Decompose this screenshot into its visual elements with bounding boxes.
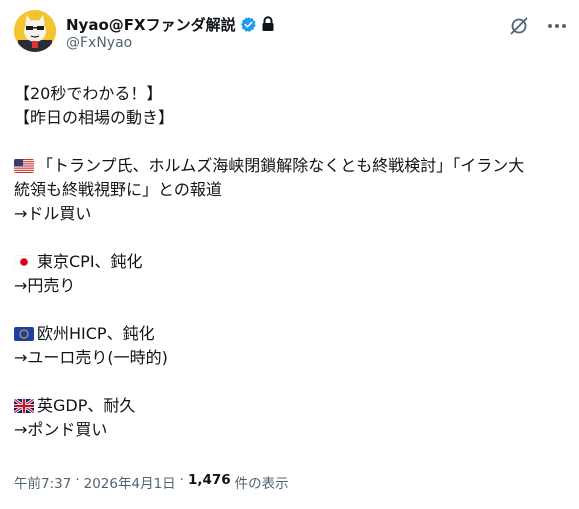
post-line-text: 「トランプ氏、ホルムズ海峡閉鎖解除なくとも終戦検討」「イラン大 [37,156,525,175]
uk-flag-icon [14,399,34,413]
post-line: →ポンド買い [14,420,108,439]
post-line: 統領も終戦視野に」との報道 [14,180,222,199]
user-handle[interactable]: @FxNyao [66,35,132,51]
lock-icon [261,16,275,32]
name-row: Nyao@FXファンダ解説 [66,14,275,34]
japan-flag-icon [14,255,34,269]
post-text: 【20秒でわかる！】 【昨日の相場の動き】 「トランプ氏、ホルムズ海峡閉鎖解除な… [14,82,574,442]
post-line: →ドル買い [14,204,92,223]
post-meta: 午前7:37 · 2026年4月1日 · 1,476 件の表示 [14,472,289,492]
us-flag-icon [14,159,34,173]
grok-icon[interactable] [509,16,529,36]
more-options-icon[interactable] [547,16,567,36]
post-line: →円売り [14,276,76,295]
eu-flag-icon [14,327,34,341]
post-line: →ユーロ売り(一時的) [14,348,168,367]
post-line-text: 東京CPI、鈍化 [37,252,143,271]
post-line-us: 「トランプ氏、ホルムズ海峡閉鎖解除なくとも終戦検討」「イラン大 [14,154,574,178]
post-time[interactable]: 午前7:37 [14,472,71,492]
post-line-uk: 英GDP、耐久 [14,394,574,418]
avatar[interactable] [14,10,56,52]
post-line-text: 英GDP、耐久 [37,396,136,415]
separator: · [75,472,80,488]
post-line: 【20秒でわかる！】 [14,84,163,103]
separator: · [179,472,184,488]
post-line-eu: 欧州HICP、鈍化 [14,322,574,346]
post-header: Nyao@FXファンダ解説 @FxNyao [14,10,569,58]
verified-badge-icon [240,16,257,33]
view-count-label: 件の表示 [234,476,289,492]
post-date[interactable]: 2026年4月1日 [84,472,176,492]
view-count[interactable]: 1,476 [188,472,231,492]
post-line-jp: 東京CPI、鈍化 [14,250,574,274]
post-line: 【昨日の相場の動き】 [14,108,175,127]
post-line-text: 欧州HICP、鈍化 [37,324,155,343]
display-name[interactable]: Nyao@FXファンダ解説 [66,14,236,35]
